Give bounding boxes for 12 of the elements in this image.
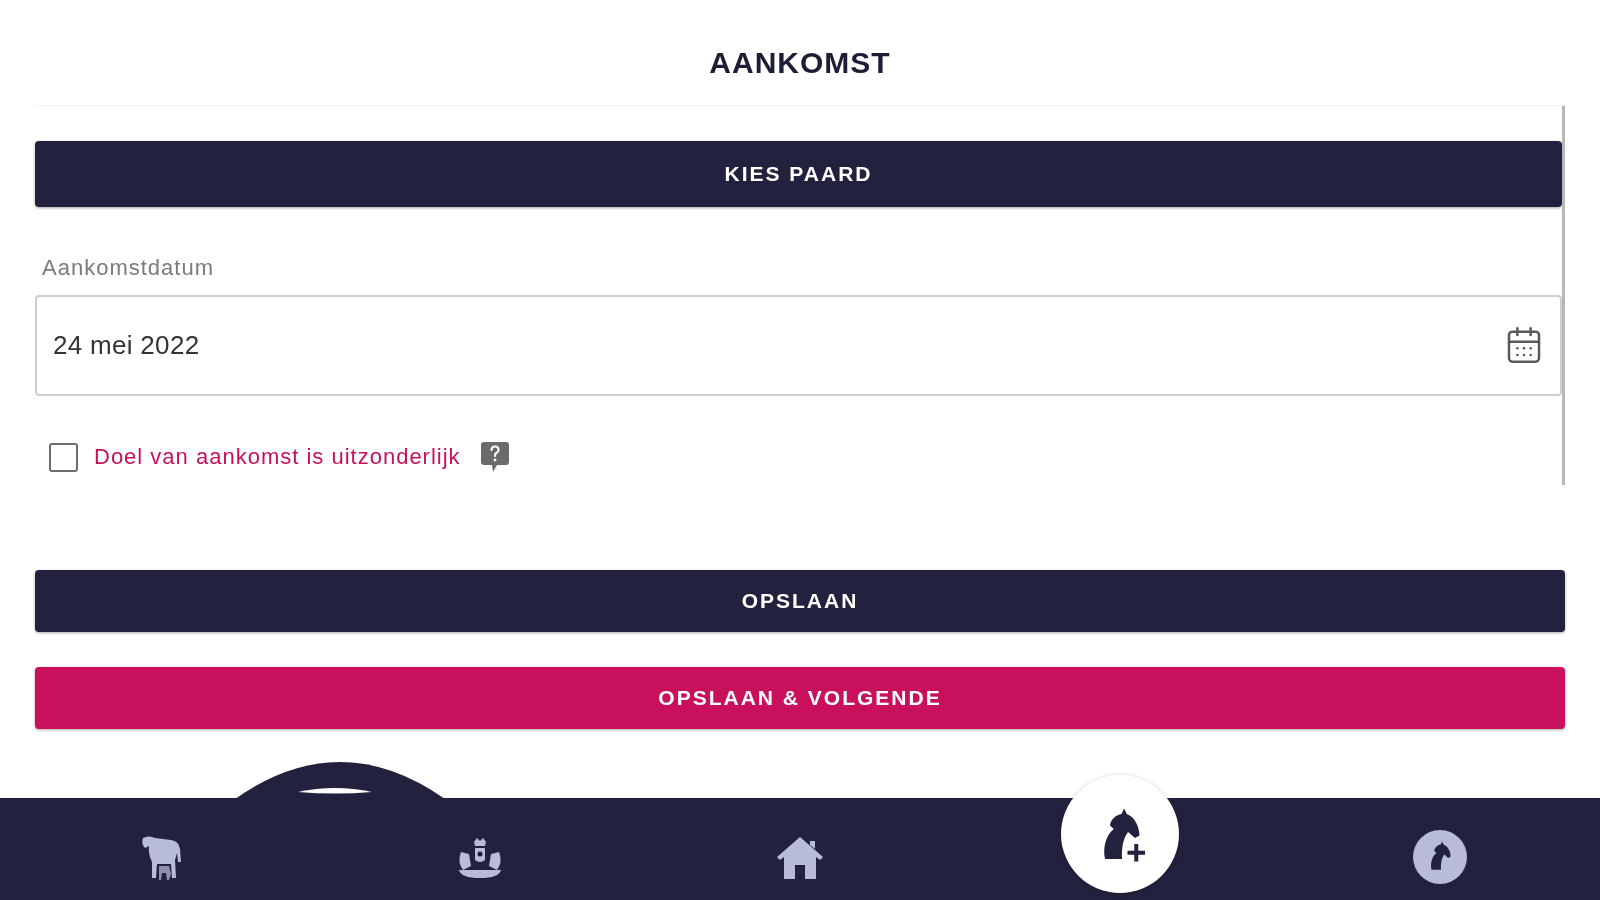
save-button[interactable]: OPSLAAN bbox=[35, 570, 1565, 632]
date-field[interactable]: 24 mei 2022 bbox=[35, 295, 1562, 396]
horse-head-icon[interactable] bbox=[1413, 830, 1467, 884]
save-next-button[interactable]: OPSLAAN & VOLGENDE bbox=[35, 667, 1565, 729]
help-icon[interactable] bbox=[480, 442, 509, 472]
field-label: Aankomstdatum bbox=[42, 256, 214, 280]
scrollbar[interactable] bbox=[1562, 106, 1565, 485]
checkbox[interactable] bbox=[49, 442, 78, 472]
home-icon[interactable] bbox=[775, 835, 825, 879]
page-title: AANKOMST bbox=[709, 45, 891, 81]
choose-horse-button[interactable]: KIES PAARD bbox=[35, 141, 1562, 207]
checkbox-label[interactable]: Doel van aankomst is uitzonderlijk bbox=[94, 444, 461, 470]
